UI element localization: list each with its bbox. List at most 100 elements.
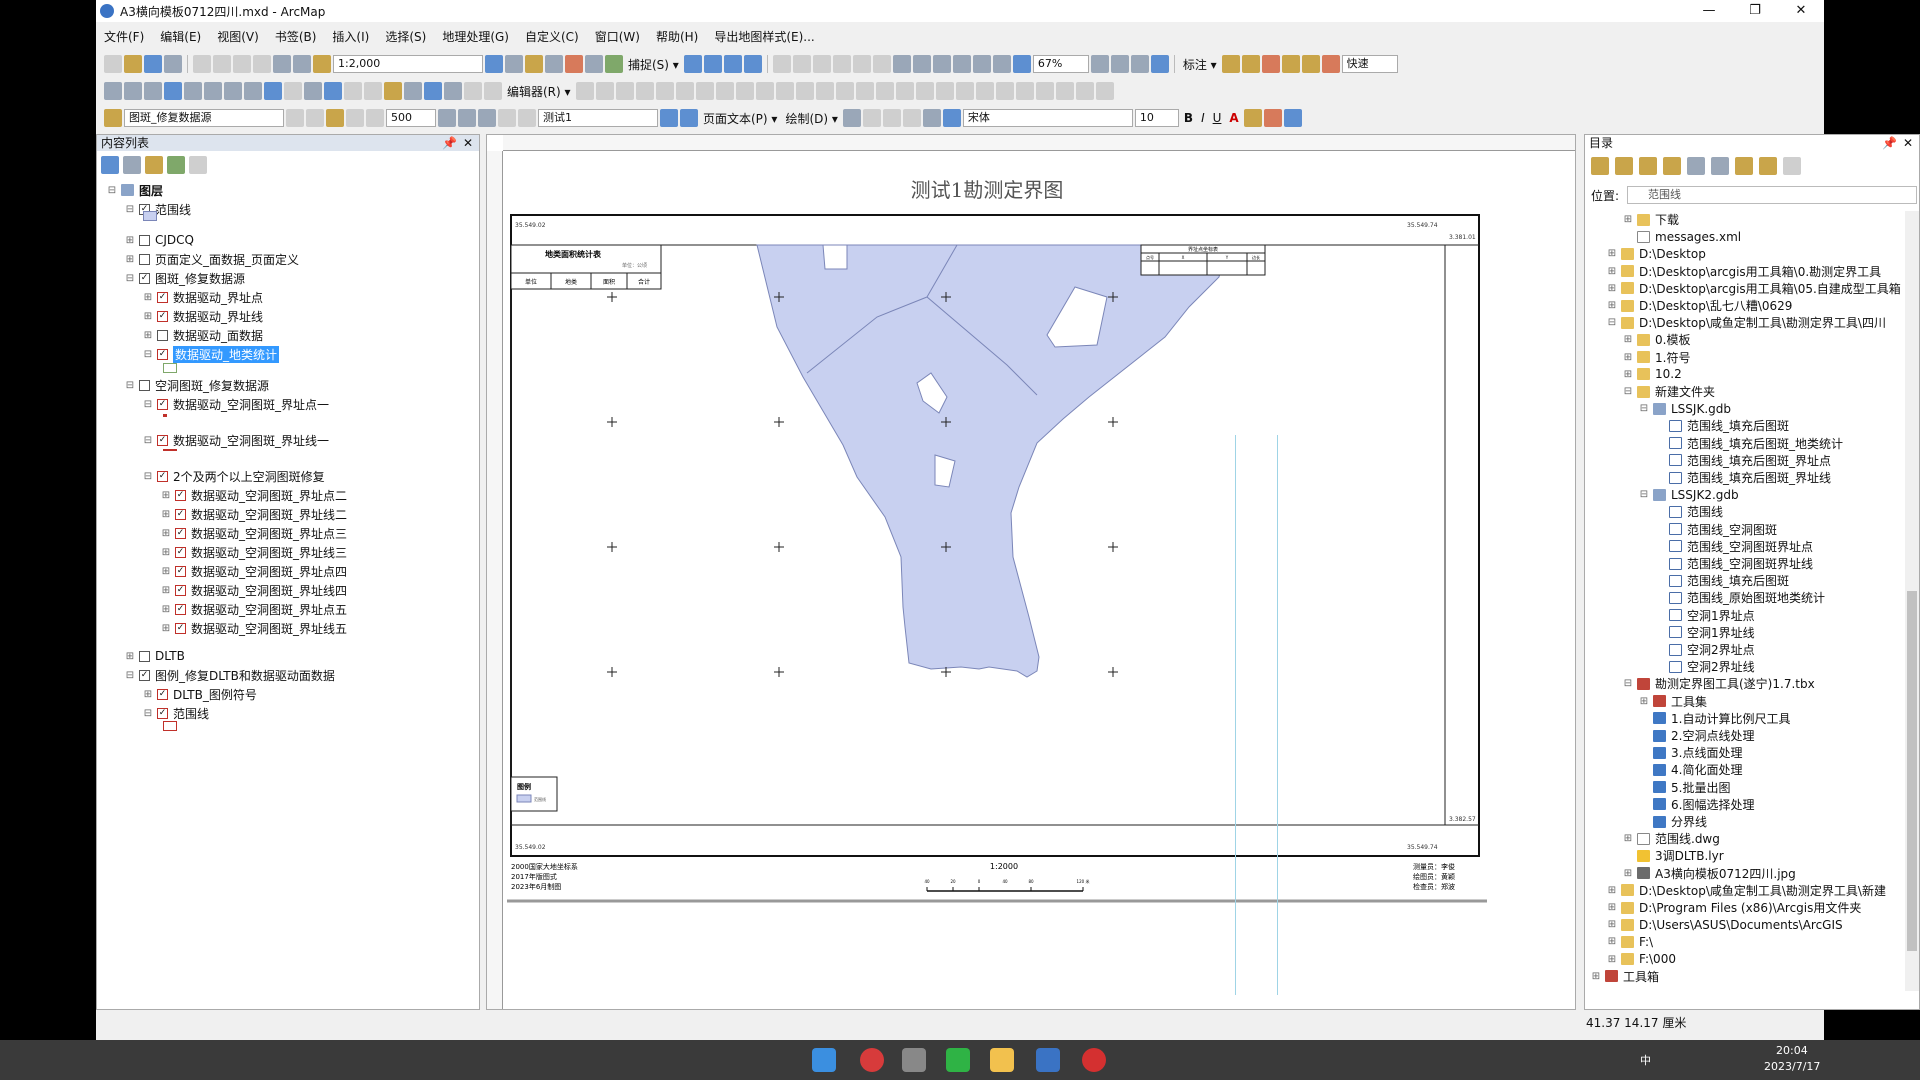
expand-toggle-icon[interactable]: ⊞ xyxy=(161,623,171,634)
catalog-item[interactable]: 3调DLTB.lyr xyxy=(1623,847,1724,864)
page-setup-icon[interactable] xyxy=(1130,55,1149,73)
catalog-item[interactable]: messages.xml xyxy=(1623,228,1741,245)
expand-toggle-icon[interactable]: ⊞ xyxy=(1639,696,1649,707)
create-features-icon[interactable] xyxy=(835,82,854,100)
layer-visibility-checkbox[interactable] xyxy=(157,434,168,446)
menu-view[interactable]: 视图(V) xyxy=(209,26,267,46)
expand-toggle-icon[interactable]: ⊞ xyxy=(1607,919,1617,930)
font-dropdown[interactable]: 宋体 xyxy=(962,109,1133,127)
paste-icon[interactable] xyxy=(233,55,251,73)
fixed-zoom-out-icon[interactable] xyxy=(952,55,971,73)
layer-visibility-checkbox[interactable] xyxy=(175,565,186,577)
recorder-icon[interactable] xyxy=(1082,1048,1106,1072)
toc-layer-row[interactable]: ⊞ DLTB_图例符号 xyxy=(143,685,257,703)
home-icon[interactable] xyxy=(1663,157,1681,175)
adjust-icon[interactable] xyxy=(1015,82,1034,100)
reshape-edge-icon[interactable] xyxy=(895,82,914,100)
expand-toggle-icon[interactable]: ⊞ xyxy=(1623,352,1633,363)
delete-icon[interactable] xyxy=(253,55,271,73)
editor-menu[interactable]: 编辑器(R) ▾ xyxy=(504,83,574,100)
go-back-icon[interactable] xyxy=(224,82,242,100)
layer-visibility-checkbox[interactable] xyxy=(175,546,186,558)
catalog-item[interactable]: ⊞ F:\000 xyxy=(1607,951,1676,968)
expand-toggle-icon[interactable]: ⊟ xyxy=(143,471,153,482)
next-page-icon[interactable] xyxy=(660,109,678,127)
topology-icon[interactable] xyxy=(772,55,791,73)
toc-layer-row[interactable]: ⊞ 页面定义_面数据_页面定义 xyxy=(125,250,299,268)
line-color-icon[interactable] xyxy=(1263,109,1282,127)
pin-icon[interactable]: 📌 xyxy=(442,135,457,151)
catalog-item[interactable]: ⊞ 10.2 xyxy=(1623,366,1682,383)
print-icon[interactable] xyxy=(164,55,182,73)
fix-topology-icon[interactable] xyxy=(955,82,974,100)
expand-toggle-icon[interactable]: ⊞ xyxy=(161,604,171,615)
layer-visibility-checkbox[interactable] xyxy=(139,234,150,246)
expand-toggle-icon[interactable]: ⊞ xyxy=(143,330,153,341)
swipe-layer-icon[interactable] xyxy=(306,109,324,127)
expand-toggle-icon[interactable]: ⊞ xyxy=(1623,369,1633,380)
catalog-item[interactable]: 范围线_填充后图斑_地类统计 xyxy=(1655,435,1843,452)
toc-layer-row[interactable]: ⊟ 范围线 xyxy=(143,704,209,722)
expand-toggle-icon[interactable]: ⊟ xyxy=(1639,403,1649,414)
layer-visibility-checkbox[interactable] xyxy=(175,603,186,615)
first-page-icon[interactable] xyxy=(498,109,516,127)
menu-insert[interactable]: 插入(I) xyxy=(324,26,377,46)
toc-layer-row[interactable]: ⊞ 数据驱动_空洞图斑_界址点四 xyxy=(161,562,347,580)
catalog-item[interactable]: 2.空洞点线处理 xyxy=(1639,727,1754,744)
clock-date[interactable]: 2023/7/17 xyxy=(1764,1060,1820,1073)
copy-icon[interactable] xyxy=(213,55,231,73)
find-route-icon[interactable] xyxy=(424,82,442,100)
fixed-zoom-in-icon[interactable] xyxy=(932,55,951,73)
layer-visibility-checkbox[interactable] xyxy=(139,272,150,284)
menu-selection[interactable]: 选择(S) xyxy=(377,26,434,46)
layer-visibility-checkbox[interactable] xyxy=(157,348,168,360)
flicker-icon[interactable] xyxy=(326,109,344,127)
toc-options-icon[interactable] xyxy=(189,156,207,174)
catalog-window-icon[interactable] xyxy=(525,55,543,73)
catalog-item[interactable]: 范围线_空洞图斑界址线 xyxy=(1655,555,1813,572)
redo-icon[interactable] xyxy=(293,55,311,73)
undo-icon[interactable] xyxy=(273,55,291,73)
catalog-options-icon[interactable] xyxy=(1783,157,1801,175)
cut-polygons-icon[interactable] xyxy=(735,82,754,100)
new-text-icon[interactable] xyxy=(922,109,941,127)
attributes-icon[interactable] xyxy=(795,82,814,100)
menu-windows[interactable]: 窗口(W) xyxy=(587,26,648,46)
goto-xy-icon[interactable] xyxy=(444,82,462,100)
catalog-item[interactable]: 范围线_填充后图斑_界址线 xyxy=(1655,469,1831,486)
edgematch-icon[interactable] xyxy=(1095,82,1114,100)
expand-toggle-icon[interactable]: ⊞ xyxy=(161,585,171,596)
layer-visibility-checkbox[interactable] xyxy=(157,707,168,719)
catalog-item[interactable]: ⊞ 范围线.dwg xyxy=(1623,830,1720,847)
effects-icon[interactable] xyxy=(286,109,304,127)
layer-visibility-checkbox[interactable] xyxy=(139,650,150,662)
transparency-icon[interactable] xyxy=(346,109,364,127)
catalog-item[interactable]: ⊞ 工具箱 xyxy=(1591,968,1659,985)
ddp-setup-icon[interactable] xyxy=(438,109,456,127)
wechat-icon[interactable] xyxy=(946,1048,970,1072)
target-layer-dropdown[interactable]: 图斑_修复数据源 xyxy=(124,109,284,127)
new-icon[interactable] xyxy=(104,55,122,73)
layer-visibility-checkbox[interactable] xyxy=(139,253,150,265)
layer-visibility-checkbox[interactable] xyxy=(157,688,168,700)
expand-toggle-icon[interactable]: ⊞ xyxy=(161,528,171,539)
toc-layer-row[interactable]: ⊞ 数据驱动_空洞图斑_界址点三 xyxy=(161,524,347,542)
expand-toggle-icon[interactable]: ⊞ xyxy=(161,490,171,501)
app-icon[interactable] xyxy=(902,1048,926,1072)
toc-layer-row[interactable]: ⊞ 数据驱动_界址线 xyxy=(143,307,263,325)
expand-toggle-icon[interactable]: ⊟ xyxy=(143,349,153,360)
reshape-icon[interactable] xyxy=(852,55,871,73)
sketch-icon[interactable] xyxy=(812,55,831,73)
menu-customize[interactable]: 自定义(C) xyxy=(517,26,587,46)
layer-visibility-checkbox[interactable] xyxy=(157,310,168,322)
vertex-snap-icon[interactable] xyxy=(723,55,742,73)
layer-visibility-checkbox[interactable] xyxy=(139,379,150,391)
toc-layer-row[interactable]: ⊟ 空洞图斑_修复数据源 xyxy=(125,376,269,394)
toc-layer-row[interactable]: ⊞ 数据驱动_空洞图斑_界址线四 xyxy=(161,581,347,599)
expand-toggle-icon[interactable]: ⊞ xyxy=(1607,954,1617,965)
layer-visibility-checkbox[interactable] xyxy=(157,329,168,341)
point-tool-icon[interactable] xyxy=(675,82,694,100)
measure-icon[interactable] xyxy=(384,82,402,100)
catalog-item[interactable]: 范围线_填充后图斑 xyxy=(1655,572,1789,589)
expand-toggle-icon[interactable]: ⊟ xyxy=(125,273,135,284)
